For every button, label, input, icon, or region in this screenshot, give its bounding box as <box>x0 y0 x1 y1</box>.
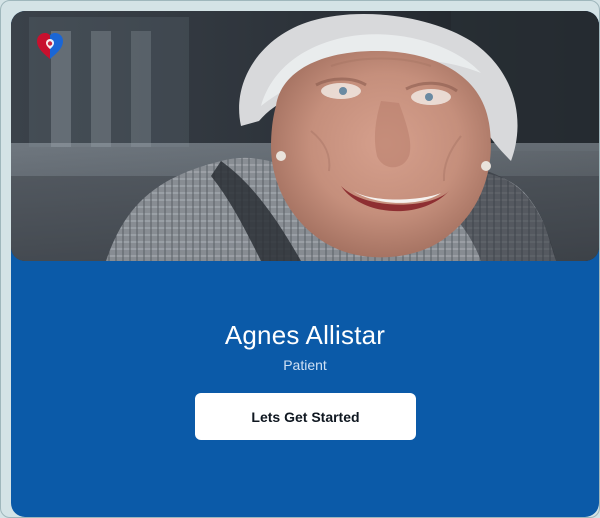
portrait-illustration <box>11 11 599 261</box>
app-frame: Agnes Allistar Patient Lets Get Started <box>0 0 600 518</box>
lets-get-started-button[interactable]: Lets Get Started <box>195 393 416 440</box>
heart-logo-graphic <box>37 33 63 59</box>
heart-logo-icon <box>35 31 65 61</box>
patient-role: Patient <box>283 357 327 373</box>
patient-name: Agnes Allistar <box>224 320 386 350</box>
welcome-card: Agnes Allistar Patient Lets Get Started <box>11 11 599 517</box>
profile-photo <box>11 11 599 261</box>
